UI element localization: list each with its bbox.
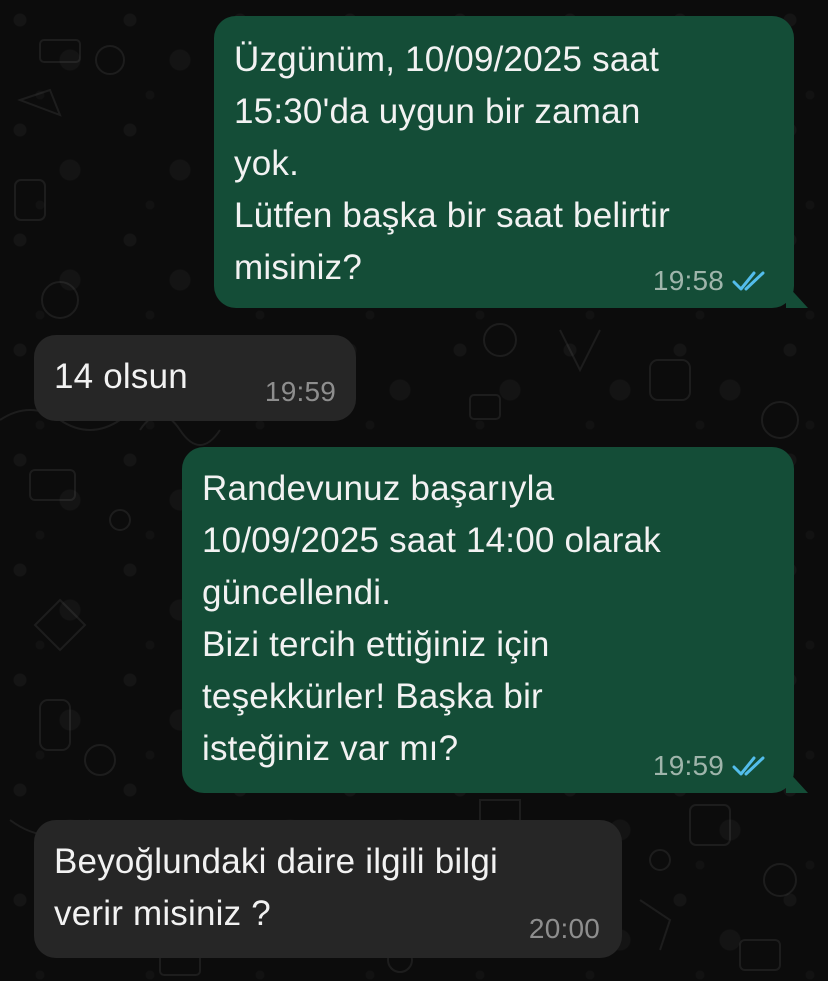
message-incoming[interactable]: Beyoğlundaki daire ilgili bilgi verir mi…	[34, 820, 622, 958]
message-text: Üzgünüm, 10/09/2025 saat 15:30'da uygun …	[234, 40, 670, 287]
message-meta: 20:00	[529, 912, 600, 946]
message-time: 20:00	[528, 913, 600, 944]
message-incoming[interactable]: 14 olsun 19:59	[34, 335, 356, 421]
bubble-tail	[786, 769, 808, 793]
message-meta: 19:58	[653, 264, 770, 298]
double-check-read-icon	[732, 756, 765, 776]
message-text: Randevunuz başarıyla 10/09/2025 saat 14:…	[202, 469, 662, 768]
message-time: 19:58	[652, 265, 724, 296]
message-time: 19:59	[652, 750, 724, 781]
message-text: Beyoğlundaki daire ilgili bilgi verir mi…	[54, 842, 498, 933]
message-meta: 19:59	[265, 375, 336, 409]
message-time: 19:59	[264, 376, 336, 407]
message-outgoing[interactable]: Üzgünüm, 10/09/2025 saat 15:30'da uygun …	[214, 16, 794, 308]
bubble-tail	[786, 284, 808, 308]
double-check-read-icon	[732, 271, 765, 291]
message-outgoing[interactable]: Randevunuz başarıyla 10/09/2025 saat 14:…	[182, 447, 794, 793]
message-meta: 19:59	[653, 749, 770, 783]
